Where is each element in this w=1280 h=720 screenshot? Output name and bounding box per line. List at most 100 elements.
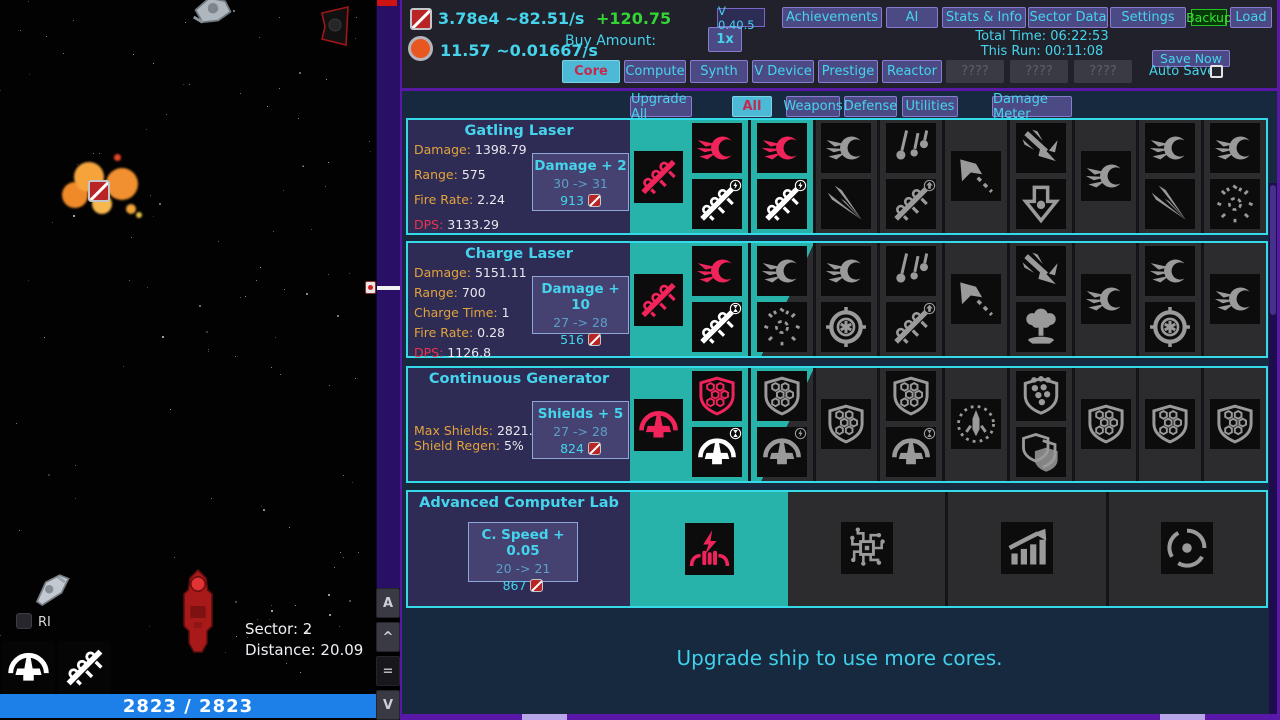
scatter-icon[interactable]	[757, 302, 807, 352]
filter-tab-utilities[interactable]: Utilities	[902, 96, 958, 117]
upgrade-cell[interactable]	[1204, 368, 1266, 481]
divider-slider[interactable]	[377, 286, 401, 290]
menu-button-sector-data[interactable]: Sector Data	[1028, 7, 1108, 28]
shipshield-icon[interactable]	[757, 427, 807, 477]
circuit-icon[interactable]	[841, 522, 893, 574]
menu-button-stats-info[interactable]: Stats & Info	[942, 7, 1026, 28]
fireball-icon[interactable]	[821, 123, 871, 173]
side-button-a[interactable]: A	[376, 588, 400, 618]
main-icon-cell-lab[interactable]	[630, 492, 788, 606]
reactor-icon[interactable]	[821, 302, 871, 352]
tab-reactor[interactable]: Reactor	[882, 60, 942, 83]
main-icon-cell-gatling[interactable]	[630, 120, 686, 233]
upgrade-cell[interactable]	[686, 368, 748, 481]
nuke-icon[interactable]	[1016, 302, 1066, 352]
upgrade-cell[interactable]	[880, 243, 942, 356]
upgrade-cell[interactable]	[1010, 243, 1072, 356]
fireball-icon[interactable]	[692, 246, 742, 296]
meteors-icon[interactable]	[886, 246, 936, 296]
upgrade-cell[interactable]	[1139, 120, 1201, 233]
upgrade-cell[interactable]	[1010, 368, 1072, 481]
menu-button-ai[interactable]: AI	[886, 7, 938, 28]
shield-icon[interactable]	[692, 371, 742, 421]
filter-tab-weapons[interactable]: Weapons	[786, 96, 840, 117]
shield-icon[interactable]	[1210, 399, 1260, 449]
load-button[interactable]: Load	[1230, 7, 1272, 28]
fireball-icon[interactable]	[821, 246, 871, 296]
upgrade-cell[interactable]	[751, 243, 813, 356]
droparrow-icon[interactable]	[1016, 179, 1066, 229]
fireball-icon[interactable]	[757, 246, 807, 296]
chart-icon[interactable]	[1001, 522, 1053, 574]
fireball-icon[interactable]	[1210, 123, 1260, 173]
main-icon-cell-generator[interactable]	[630, 368, 686, 481]
upgrade-button-generator[interactable]: Shields + 527 -> 28824	[532, 401, 629, 459]
main-icon-cell-charge[interactable]	[630, 243, 686, 356]
fireball-icon[interactable]	[1081, 151, 1131, 201]
ri-toggle[interactable]	[16, 613, 32, 629]
shield-icon[interactable]	[1145, 399, 1195, 449]
spike-icon[interactable]	[821, 179, 871, 229]
upgrade-cell[interactable]	[1109, 492, 1266, 606]
reactor-icon[interactable]	[1145, 302, 1195, 352]
upgrade-cell[interactable]	[1139, 243, 1201, 356]
shipshield-icon[interactable]	[692, 427, 742, 477]
filter-button-damage-meter[interactable]: Damage Meter	[992, 96, 1072, 117]
upgrade-cell[interactable]	[686, 243, 748, 356]
fireball-icon[interactable]	[757, 123, 807, 173]
side-button-v[interactable]: V	[376, 690, 400, 720]
fireball-icon[interactable]	[1145, 123, 1195, 173]
meteors-icon[interactable]	[886, 123, 936, 173]
tab-prestige[interactable]: Prestige	[818, 60, 878, 83]
game-viewport[interactable]: RI Sector: 2 Distance: 20.09 2823 / 2823	[0, 0, 376, 720]
gun-icon[interactable]	[886, 179, 936, 229]
weapon-slot-generator[interactable]	[2, 641, 55, 694]
h-scroll-segment[interactable]	[1160, 714, 1205, 720]
tab-locked-7[interactable]: ????	[1010, 60, 1068, 83]
upgrade-button-lab[interactable]: C. Speed + 0.0520 -> 21867	[468, 522, 578, 582]
tab-compute[interactable]: Compute	[624, 60, 686, 83]
filter-button-upgrade-all[interactable]: Upgrade All	[630, 96, 692, 117]
fireball-icon[interactable]	[1081, 274, 1131, 324]
upgrade-cell[interactable]	[1075, 120, 1137, 233]
upgrade-cell[interactable]	[945, 120, 1007, 233]
shield-icon[interactable]	[886, 371, 936, 421]
side-button-^[interactable]: ^	[376, 622, 400, 652]
gun-icon[interactable]	[692, 179, 742, 229]
gun-icon[interactable]	[757, 179, 807, 229]
upgrade-cell[interactable]	[945, 243, 1007, 356]
shield-icon[interactable]	[1081, 399, 1131, 449]
divider-slider-handle-icon[interactable]	[365, 281, 376, 294]
shipdash-icon[interactable]	[951, 274, 1001, 324]
upgrade-cell[interactable]	[1204, 243, 1266, 356]
menu-button-achievements[interactable]: Achievements	[782, 7, 882, 28]
upgrade-cell[interactable]	[948, 492, 1105, 606]
fireball-icon[interactable]	[692, 123, 742, 173]
scatter-icon[interactable]	[1210, 179, 1260, 229]
scrollbar-thumb[interactable]	[1270, 185, 1276, 315]
side-button-=[interactable]: =	[376, 656, 400, 686]
upgrade-cell[interactable]	[751, 368, 813, 481]
shipdash-icon[interactable]	[951, 151, 1001, 201]
tab-locked-6[interactable]: ????	[946, 60, 1004, 83]
vortex-icon[interactable]	[1161, 522, 1213, 574]
backup-button[interactable]: Backup	[1191, 9, 1227, 26]
upgrade-cell[interactable]	[945, 368, 1007, 481]
shieldorbs-icon[interactable]	[1016, 371, 1066, 421]
upgrade-cell[interactable]	[816, 243, 878, 356]
upgrade-cell[interactable]	[1075, 243, 1137, 356]
upgrade-cell[interactable]	[1204, 120, 1266, 233]
h-scroll-segment[interactable]	[522, 714, 567, 720]
gun-icon[interactable]	[692, 302, 742, 352]
auto-save-checkbox[interactable]	[1210, 65, 1223, 78]
upgrade-cell[interactable]	[751, 120, 813, 233]
spike-icon[interactable]	[1145, 179, 1195, 229]
shipclock-icon[interactable]	[951, 399, 1001, 449]
upgrade-cell[interactable]	[816, 120, 878, 233]
impact-icon[interactable]	[1016, 123, 1066, 173]
upgrade-cell[interactable]	[686, 120, 748, 233]
shield-icon[interactable]	[757, 371, 807, 421]
tab-v-device[interactable]: V Device	[752, 60, 814, 83]
fireball-icon[interactable]	[1210, 274, 1260, 324]
shipshield-icon[interactable]	[886, 427, 936, 477]
